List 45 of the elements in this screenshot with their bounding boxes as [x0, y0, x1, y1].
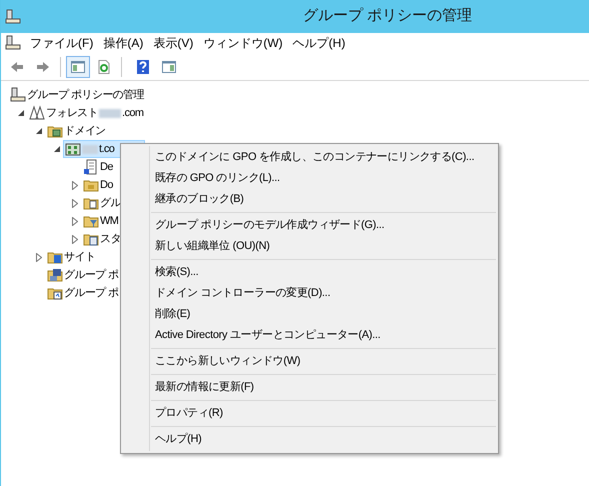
tree-item[interactable]: Do: [81, 176, 115, 194]
expand-arrow-icon[interactable]: [69, 215, 81, 227]
menu-item[interactable]: 削除(E): [121, 304, 498, 325]
expand-arrow-icon[interactable]: [69, 179, 81, 191]
tree-item[interactable]: グループ ポリシーの管理: [8, 86, 146, 104]
menu-item[interactable]: グループ ポリシーのモデル作成ウィザード(G)...: [121, 215, 498, 236]
menu-item[interactable]: 継承のブロック(B): [121, 189, 498, 210]
refresh-icon: [96, 58, 112, 74]
menu-item[interactable]: ここから新しいウィンドウ(W): [121, 351, 498, 372]
folder-icon: [47, 267, 63, 283]
menu-item[interactable]: 表示(V): [148, 34, 198, 52]
console-icon: [10, 87, 26, 103]
tree-item[interactable]: グループ ポ: [45, 266, 120, 284]
tree-item[interactable]: スタ: [81, 230, 123, 248]
panel-icon: [161, 58, 177, 74]
tree-item[interactable]: WM: [81, 212, 120, 230]
tree-item[interactable]: フォレスト .com: [27, 104, 146, 122]
menu-item[interactable]: ウィンドウ(W): [198, 34, 288, 52]
menu-item[interactable]: ドメイン コントローラーの変更(D)...: [121, 283, 498, 304]
menu-item[interactable]: ファイル(F): [25, 34, 98, 52]
menu-item[interactable]: ヘルプ(H): [288, 34, 350, 52]
console-icon: [5, 8, 21, 24]
tree-item[interactable]: De: [81, 158, 115, 176]
console-icon[interactable]: [5, 35, 21, 51]
menu-item[interactable]: ヘルプ(H): [121, 429, 498, 450]
pane-toggle-button[interactable]: [66, 56, 90, 78]
tree-item[interactable]: グループ ポ: [45, 284, 120, 302]
menu-item[interactable]: 検索(S)...: [121, 262, 498, 283]
domain-icon: [65, 141, 81, 157]
tree-item[interactable]: ドメイン: [45, 122, 108, 140]
expand-arrow-icon[interactable]: [69, 233, 81, 245]
forest-icon: [29, 105, 45, 121]
menu-item[interactable]: 最新の情報に更新(F): [121, 377, 498, 398]
menu-item[interactable]: プロパティ(R): [121, 403, 498, 424]
menu-item[interactable]: 既存の GPO のリンク(L)...: [121, 168, 498, 189]
expand-arrow-icon[interactable]: [33, 251, 45, 263]
menu-item[interactable]: 新しい組織単位 (OU)(N): [121, 236, 498, 257]
panel-icon: [70, 58, 86, 74]
menu-item[interactable]: Active Directory ユーザーとコンピューター(A)...: [121, 325, 498, 346]
tree-item[interactable]: サイト: [45, 248, 98, 266]
expand-arrow-icon[interactable]: [69, 197, 81, 209]
help-icon: [135, 58, 151, 74]
menu-item[interactable]: 操作(A): [98, 34, 148, 52]
document-icon: [83, 159, 99, 175]
window-title: グループ ポリシーの管理: [303, 6, 472, 26]
